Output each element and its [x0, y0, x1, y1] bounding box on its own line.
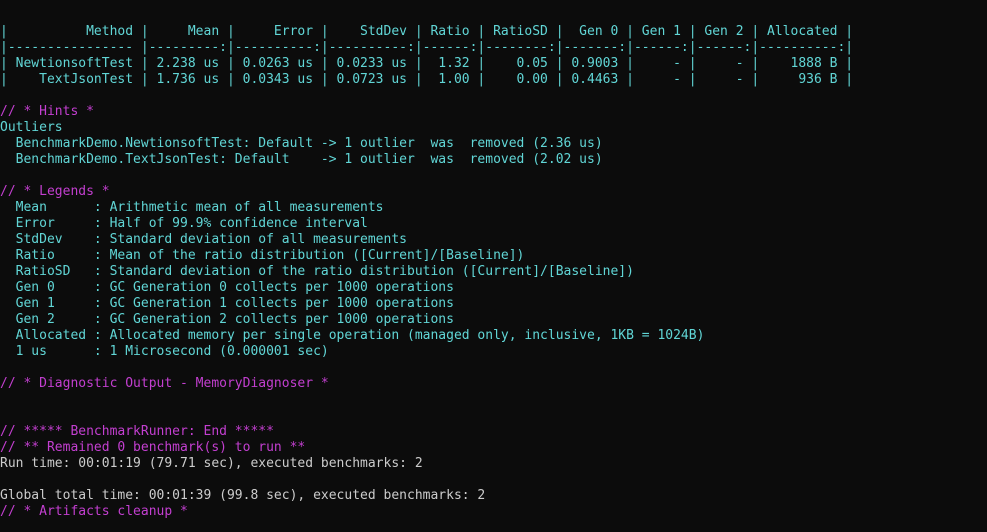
legend-line: Ratio : Mean of the ratio distribution (… — [0, 248, 525, 263]
legend-line: Error : Half of 99.9% confidence interva… — [0, 216, 368, 231]
legend-line: 1 us : 1 Microsecond (0.000001 sec) — [0, 344, 329, 359]
cleanup-heading: // * Artifacts cleanup * — [0, 504, 188, 519]
table-header: | Method | Mean | Error | StdDev | Ratio… — [0, 24, 854, 39]
hints-heading: // * Hints * — [0, 104, 94, 119]
console-output: | Method | Mean | Error | StdDev | Ratio… — [0, 24, 987, 520]
runner-end-line: // ***** BenchmarkRunner: End ***** — [0, 424, 274, 439]
table-row: | TextJsonTest | 1.736 us | 0.0343 us | … — [0, 72, 854, 87]
legend-line: RatioSD : Standard deviation of the rati… — [0, 264, 634, 279]
run-time-line: Run time: 00:01:19 (79.71 sec), executed… — [0, 456, 423, 471]
outlier-line: BenchmarkDemo.NewtionsoftTest: Default -… — [0, 136, 603, 151]
legend-line: Gen 0 : GC Generation 0 collects per 100… — [0, 280, 454, 295]
legend-line: Gen 1 : GC Generation 1 collects per 100… — [0, 296, 454, 311]
legends-heading: // * Legends * — [0, 184, 110, 199]
outliers-label: Outliers — [0, 120, 63, 135]
global-time-line: Global total time: 00:01:39 (99.8 sec), … — [0, 488, 486, 503]
legend-line: Mean : Arithmetic mean of all measuremen… — [0, 200, 384, 215]
remained-line: // ** Remained 0 benchmark(s) to run ** — [0, 440, 306, 455]
legend-line: Allocated : Allocated memory per single … — [0, 328, 705, 343]
diagnostic-heading: // * Diagnostic Output - MemoryDiagnoser… — [0, 376, 329, 391]
outlier-line: BenchmarkDemo.TextJsonTest: Default -> 1… — [0, 152, 603, 167]
table-separator: |---------------- |---------:|----------… — [0, 40, 854, 55]
legend-line: Gen 2 : GC Generation 2 collects per 100… — [0, 312, 454, 327]
legend-line: StdDev : Standard deviation of all measu… — [0, 232, 407, 247]
table-row: | NewtionsoftTest | 2.238 us | 0.0263 us… — [0, 56, 854, 71]
